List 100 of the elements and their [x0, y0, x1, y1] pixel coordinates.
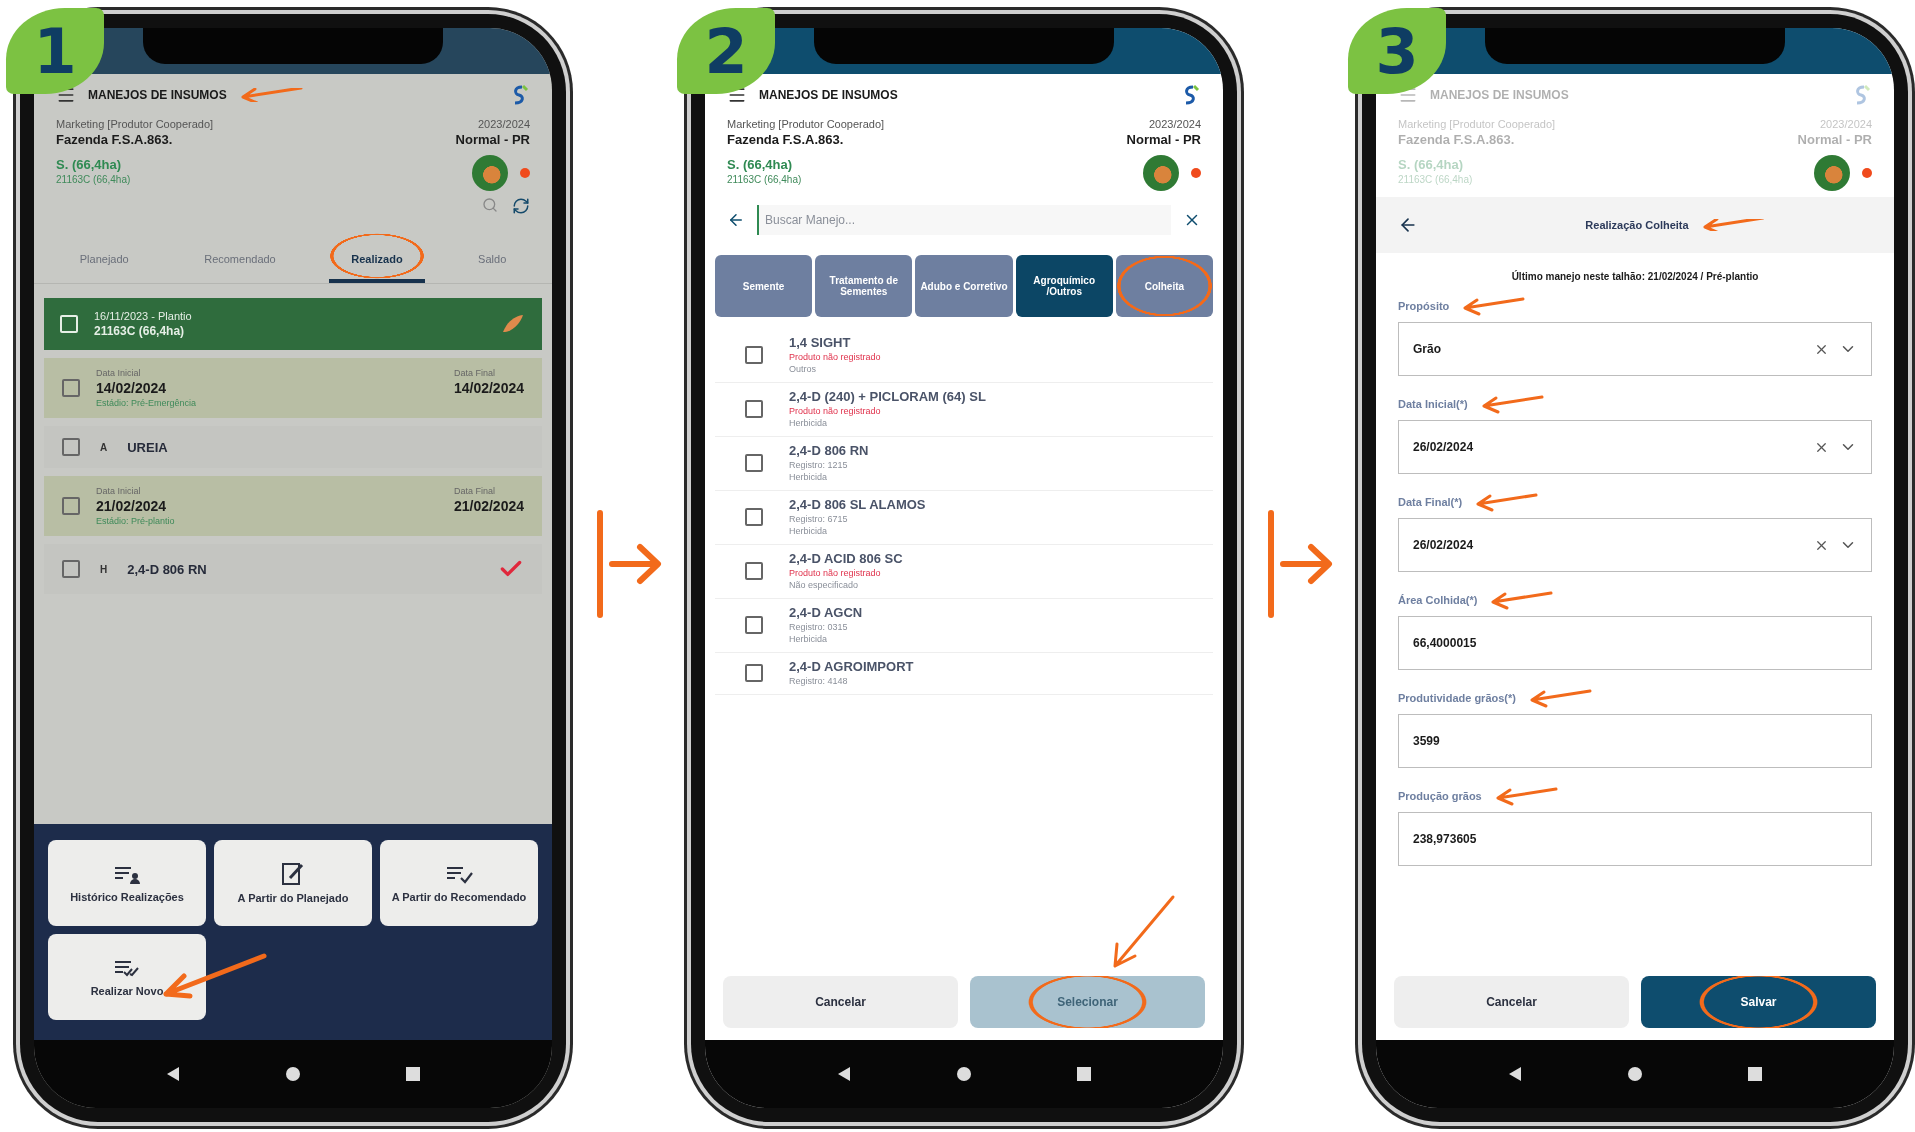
- field-label: Data Inicial(*): [1398, 394, 1544, 414]
- back-icon[interactable]: [1508, 1066, 1523, 1082]
- registration-status: Produto não registrado: [789, 568, 882, 578]
- farm-group: Marketing [Produtor Cooperado]: [1398, 118, 1798, 130]
- category-tab[interactable]: Tratamento de Sementes: [815, 255, 913, 317]
- action-button[interactable]: Histórico Realizações: [48, 840, 206, 926]
- checkbox[interactable]: [62, 438, 80, 456]
- field-name: S. (66,4ha): [1398, 157, 1465, 172]
- action-button[interactable]: Salvar: [1641, 976, 1876, 1028]
- field-label: Área Colhida(*): [1398, 590, 1554, 610]
- season-text: 2023/2024: [1820, 118, 1872, 130]
- field-label: Produtividade grãos(*): [1398, 688, 1592, 708]
- product-row[interactable]: A UREIA: [44, 426, 542, 468]
- product-item[interactable]: 1,4 SIGHT Produto não registrado Outros: [715, 329, 1213, 383]
- search-field[interactable]: Buscar Manejo...: [757, 205, 1171, 235]
- plot-name: 21163C (66,4ha): [1398, 174, 1474, 185]
- stage-text: Estádio: Pré-Emergência: [96, 398, 198, 408]
- product-category: Herbicida: [789, 472, 829, 482]
- product-item[interactable]: 2,4-D ACID 806 SC Produto não registrado Não especificado: [715, 545, 1213, 599]
- product-row[interactable]: H 2,4-D 806 RN: [44, 544, 542, 594]
- product-type-label: H: [99, 563, 109, 575]
- input-field[interactable]: 66,4000015: [1398, 616, 1872, 670]
- status-dot: [1862, 168, 1872, 178]
- checkbox[interactable]: [745, 453, 763, 472]
- select-field[interactable]: Grão: [1398, 322, 1872, 376]
- registration-status: Registro: 1215: [789, 460, 849, 470]
- tab[interactable]: Realizado: [329, 233, 425, 283]
- checkbox[interactable]: [745, 507, 763, 526]
- home-icon[interactable]: [285, 1066, 301, 1082]
- product-item[interactable]: 2,4-D AGCN Registro: 0315 Herbicida: [715, 599, 1213, 653]
- plot-name: 21163C (66,4ha): [56, 174, 132, 185]
- checkbox[interactable]: [745, 663, 763, 682]
- date-label: Data Inicial: [96, 368, 142, 378]
- product-name: 2,4-D ACID 806 SC: [789, 551, 904, 566]
- product-category: Não especificado: [789, 580, 860, 590]
- planting-date: 16/11/2023 - Plantio: [94, 310, 193, 322]
- home-icon[interactable]: [1627, 1066, 1643, 1082]
- recents-icon[interactable]: [405, 1067, 420, 1081]
- farm-name: Fazenda F.S.A.863.: [1398, 132, 1516, 147]
- home-icon[interactable]: [956, 1066, 972, 1082]
- season-text: 2023/2024: [478, 118, 530, 130]
- crop-avatar: [1814, 155, 1850, 191]
- action-button[interactable]: Realizar Novo: [48, 934, 206, 1020]
- action-button[interactable]: A Partir do Recomendado: [380, 840, 538, 926]
- product-name: UREIA: [127, 439, 169, 455]
- product-item[interactable]: 2,4-D AGROIMPORT Registro: 4148: [715, 653, 1213, 695]
- field-label: Propósito: [1398, 296, 1526, 316]
- last-record-note: Último manejo neste talhão: 21/02/2024 / Pré-plantio: [1510, 271, 1760, 282]
- select-field[interactable]: 26/02/2024: [1398, 420, 1872, 474]
- stage-row[interactable]: Data Inicial 21/02/2024 Estádio: Pré-plantio Data Final 21/02/2024: [44, 476, 542, 536]
- crop-avatar: [1143, 155, 1179, 191]
- date-label: Data Inicial: [96, 486, 142, 496]
- plot-name: 21163C (66,4ha): [727, 174, 803, 185]
- planting-card[interactable]: 16/11/2023 - Plantio 21163C (66,4ha): [44, 298, 542, 350]
- checkbox[interactable]: [745, 615, 763, 634]
- product-category: Herbicida: [789, 418, 829, 428]
- input-field[interactable]: 3599: [1398, 714, 1872, 768]
- recents-icon[interactable]: [1076, 1067, 1091, 1081]
- checkbox[interactable]: [62, 497, 80, 515]
- stage-row[interactable]: Data Inicial 14/02/2024 Estádio: Pré-Emergência Data Final 14/02/2024: [44, 358, 542, 418]
- back-icon[interactable]: [166, 1066, 181, 1082]
- action-button[interactable]: Cancelar: [723, 976, 958, 1028]
- date-label: Data Final: [453, 368, 496, 378]
- category-tab[interactable]: Agroquímico /Outros: [1015, 255, 1113, 317]
- field-label: Data Final(*): [1398, 492, 1539, 512]
- product-name: 1,4 SIGHT: [789, 335, 852, 350]
- category-tab[interactable]: Semente: [715, 255, 813, 317]
- checkbox[interactable]: [62, 379, 80, 397]
- product-category: Outros: [789, 364, 817, 374]
- field-label: Produção grãos: [1398, 786, 1558, 806]
- product-item[interactable]: 2,4-D 806 RN Registro: 1215 Herbicida: [715, 437, 1213, 491]
- registration-status: Produto não registrado: [789, 352, 882, 362]
- planting-plot: 21163C (66,4ha): [94, 324, 186, 338]
- farm-group: Marketing [Produtor Cooperado]: [727, 118, 1127, 130]
- page-title: Realização Colheita: [1585, 219, 1765, 231]
- product-item[interactable]: 2,4-D 806 SL ALAMOS Registro: 6715 Herbicida: [715, 491, 1213, 545]
- checkbox[interactable]: [745, 399, 763, 418]
- action-button[interactable]: Cancelar: [1394, 976, 1629, 1028]
- start-date: 21/02/2024: [96, 498, 168, 514]
- back-icon[interactable]: [837, 1066, 852, 1082]
- checkbox[interactable]: [745, 561, 763, 580]
- select-field[interactable]: 26/02/2024: [1398, 518, 1872, 572]
- region-text: Normal - PR: [455, 132, 530, 147]
- status-dot: [520, 168, 530, 178]
- input-field[interactable]: 238,973605: [1398, 812, 1872, 866]
- product-category: Herbicida: [789, 634, 829, 644]
- farm-name: Fazenda F.S.A.863.: [727, 132, 845, 147]
- farm-group: Marketing [Produtor Cooperado]: [56, 118, 456, 130]
- product-item[interactable]: 2,4-D (240) + PICLORAM (64) SL Produto não registrado Herbicida: [715, 383, 1213, 437]
- date-label: Data Final: [453, 486, 496, 496]
- category-tab[interactable]: Adubo e Corretivo: [915, 255, 1013, 317]
- checkbox[interactable]: [745, 345, 763, 364]
- action-button[interactable]: A Partir do Planejado: [214, 840, 372, 926]
- product-name: 2,4-D (240) + PICLORAM (64) SL: [789, 389, 987, 404]
- product-name: 2,4-D 806 RN: [789, 443, 870, 458]
- recents-icon[interactable]: [1747, 1067, 1762, 1081]
- status-dot: [1191, 168, 1201, 178]
- category-tab[interactable]: Colheita: [1115, 255, 1213, 317]
- checkbox[interactable]: [62, 560, 80, 578]
- refresh-icon[interactable]: [512, 197, 530, 215]
